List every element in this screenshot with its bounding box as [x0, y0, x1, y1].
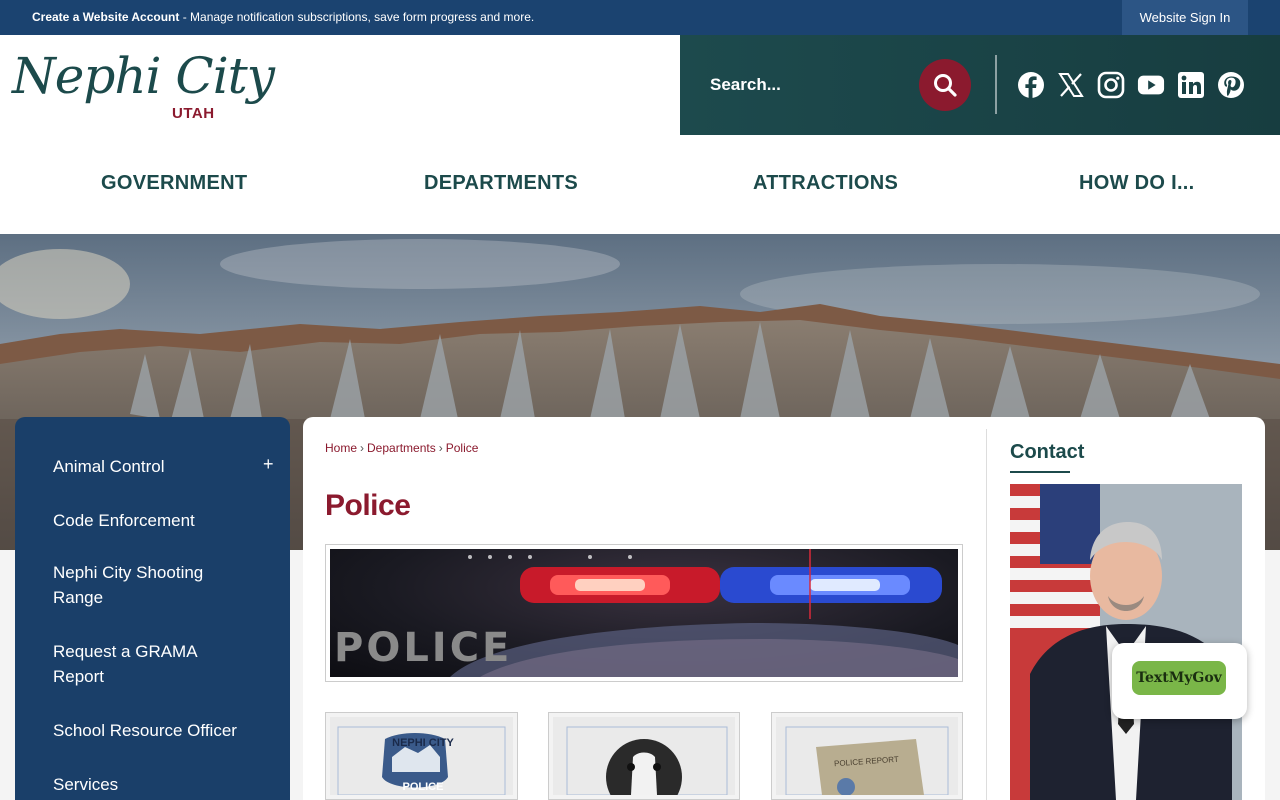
linkedin-icon[interactable]	[1177, 71, 1205, 99]
sidenav-item-code-enforcement[interactable]: Code Enforcement	[53, 508, 243, 533]
textmygov-widget[interactable]: TextMyGov	[1112, 643, 1247, 719]
nav-departments[interactable]: DEPARTMENTS	[424, 172, 578, 195]
sidenav-item-grama-report[interactable]: Request a GRAMA Report	[53, 639, 243, 689]
logo-city: Nephi City	[12, 47, 275, 105]
sidenav-item-animal-control[interactable]: Animal Control	[53, 454, 243, 479]
badge-text-bottom: POLICE	[402, 781, 444, 793]
search-panel	[680, 35, 1280, 135]
main-nav: GOVERNMENT DEPARTMENTS ATTRACTIONS HOW D…	[0, 135, 1280, 234]
utility-bar: Create a Website Account - Manage notifi…	[0, 0, 1280, 35]
side-nav: Animal Control + Code Enforcement Nephi …	[15, 417, 290, 800]
instagram-icon[interactable]	[1097, 71, 1125, 99]
breadcrumb-departments[interactable]: Departments	[367, 441, 436, 455]
youtube-icon[interactable]	[1137, 71, 1165, 99]
textmygov-label: TextMyGov	[1132, 661, 1226, 695]
content-panel: Home › Departments › Police Police POLICE	[303, 417, 1265, 800]
card-animal-control[interactable]	[548, 712, 740, 800]
card-police-badge[interactable]: NEPHI CITY POLICE	[325, 712, 518, 800]
nav-how-do-i[interactable]: HOW DO I...	[1079, 172, 1195, 195]
breadcrumb-police[interactable]: Police	[446, 441, 479, 455]
breadcrumb-home[interactable]: Home	[325, 441, 357, 455]
sidenav-item-school-resource-officer[interactable]: School Resource Officer	[53, 718, 243, 743]
police-banner-image: POLICE	[325, 544, 963, 682]
site-logo[interactable]: Nephi City UTAH	[12, 41, 275, 129]
police-chief-photo	[1010, 484, 1242, 800]
breadcrumb: Home › Departments › Police	[325, 441, 478, 455]
search-input[interactable]	[710, 65, 910, 105]
page-title: Police	[325, 489, 411, 522]
x-icon[interactable]	[1057, 71, 1085, 99]
card-police-report[interactable]: POLICE REPORT	[771, 712, 963, 800]
sidenav-item-shooting-range[interactable]: Nephi City Shooting Range	[53, 560, 243, 610]
account-message: Create a Website Account - Manage notifi…	[32, 10, 534, 24]
search-divider	[995, 55, 997, 114]
facebook-icon[interactable]	[1017, 71, 1045, 99]
contact-underline	[1010, 471, 1070, 473]
search-icon	[934, 74, 957, 97]
sidenav-item-services[interactable]: Services	[53, 772, 243, 797]
account-message-text: - Manage notification subscriptions, sav…	[179, 10, 535, 24]
website-signin-button[interactable]: Website Sign In	[1122, 0, 1248, 35]
search-button[interactable]	[919, 59, 971, 111]
nav-attractions[interactable]: ATTRACTIONS	[753, 172, 898, 195]
badge-text-top: NEPHI CITY	[392, 737, 454, 749]
create-account-link[interactable]: Create a Website Account	[32, 10, 179, 24]
nav-government[interactable]: GOVERNMENT	[101, 172, 247, 195]
column-divider	[986, 429, 987, 800]
banner-police-text: POLICE	[334, 625, 513, 671]
breadcrumb-separator: ›	[360, 441, 365, 455]
expand-icon[interactable]: +	[263, 454, 274, 475]
logo-state: UTAH	[172, 105, 215, 122]
contact-title: Contact	[1010, 441, 1085, 463]
pinterest-icon[interactable]	[1217, 71, 1245, 99]
site-header: Nephi City UTAH	[0, 35, 1280, 135]
breadcrumb-separator: ›	[438, 441, 443, 455]
